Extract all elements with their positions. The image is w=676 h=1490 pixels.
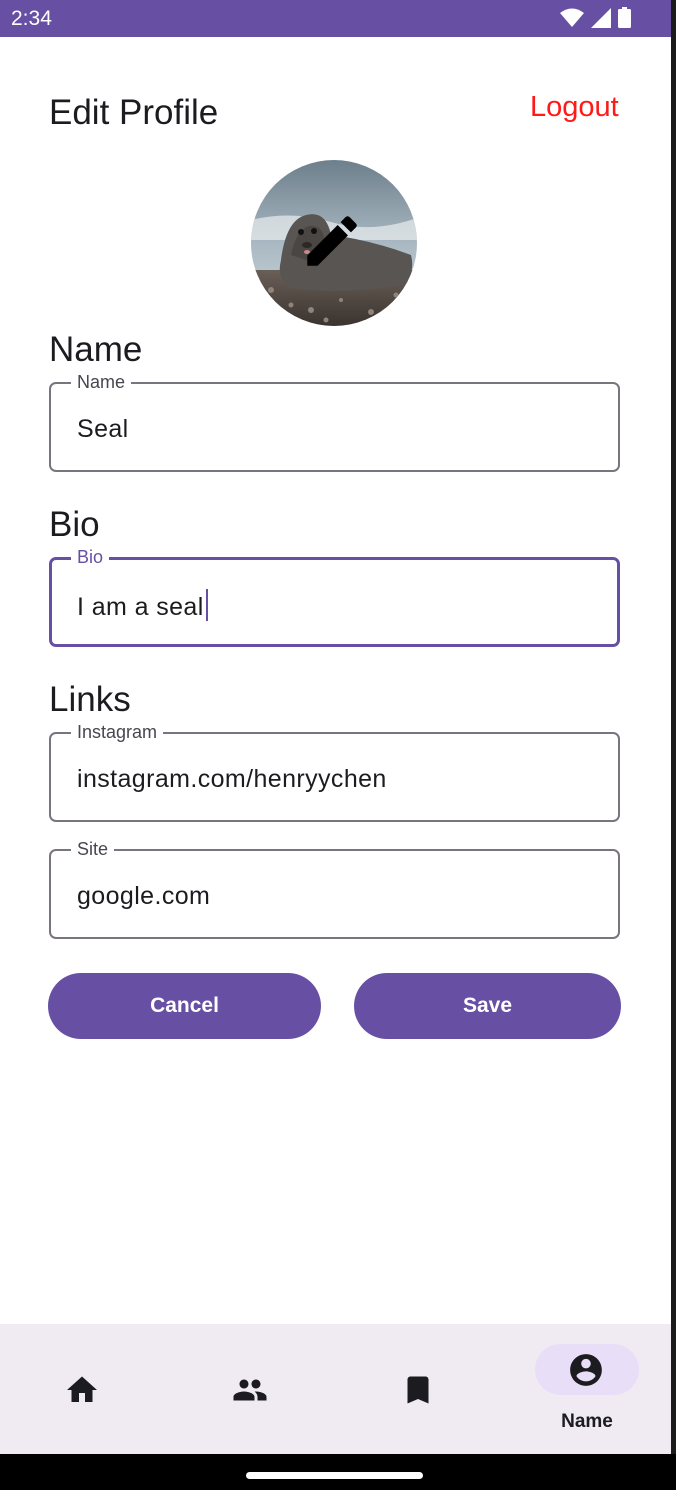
screen-edge	[671, 0, 676, 1490]
save-button[interactable]: Save	[354, 973, 621, 1039]
site-field-label: Site	[71, 838, 115, 860]
bio-section-heading: Bio	[49, 505, 100, 544]
bio-field-input[interactable]: I am a seal	[77, 589, 208, 622]
name-field[interactable]: Name Seal	[49, 371, 620, 472]
nav-item-profile[interactable]: Name	[504, 1324, 671, 1454]
gesture-handle[interactable]	[246, 1472, 423, 1479]
name-field-value[interactable]: Seal	[77, 414, 129, 444]
bio-field-value: I am a seal	[77, 593, 204, 621]
cancel-button[interactable]: Cancel	[48, 973, 321, 1039]
signal-icon	[591, 7, 611, 28]
site-field[interactable]: Site google.com	[49, 838, 620, 939]
status-bar: 2:34	[0, 0, 671, 37]
bottom-navigation: Name	[0, 1324, 671, 1454]
gesture-nav-area	[0, 1454, 676, 1490]
status-icons	[560, 7, 631, 28]
logout-button[interactable]: Logout	[530, 91, 619, 124]
pencil-icon[interactable]	[299, 208, 365, 274]
bookmark-icon	[407, 1376, 429, 1404]
nav-item-bookmarks[interactable]	[334, 1324, 504, 1454]
nav-item-people[interactable]	[164, 1324, 334, 1454]
account-icon	[570, 1354, 602, 1386]
wifi-icon	[560, 8, 584, 27]
battery-icon	[618, 7, 631, 28]
instagram-field[interactable]: Instagram instagram.com/henryychen	[49, 721, 620, 822]
nav-item-profile-label: Name	[561, 1411, 613, 1432]
people-icon	[233, 1379, 267, 1401]
home-icon	[67, 1376, 97, 1402]
instagram-field-label: Instagram	[71, 721, 164, 743]
name-section-heading: Name	[49, 330, 143, 369]
bio-field-label: Bio	[71, 546, 110, 568]
links-section-heading: Links	[49, 680, 131, 719]
name-field-label: Name	[71, 371, 132, 393]
nav-item-home[interactable]	[0, 1324, 164, 1454]
page-title: Edit Profile	[49, 93, 219, 132]
status-time: 2:34	[11, 7, 52, 30]
instagram-field-value[interactable]: instagram.com/henryychen	[77, 764, 387, 794]
site-field-value[interactable]: google.com	[77, 881, 210, 911]
avatar[interactable]	[251, 160, 417, 326]
text-caret	[205, 589, 208, 621]
bio-field[interactable]: Bio I am a seal	[49, 546, 620, 647]
